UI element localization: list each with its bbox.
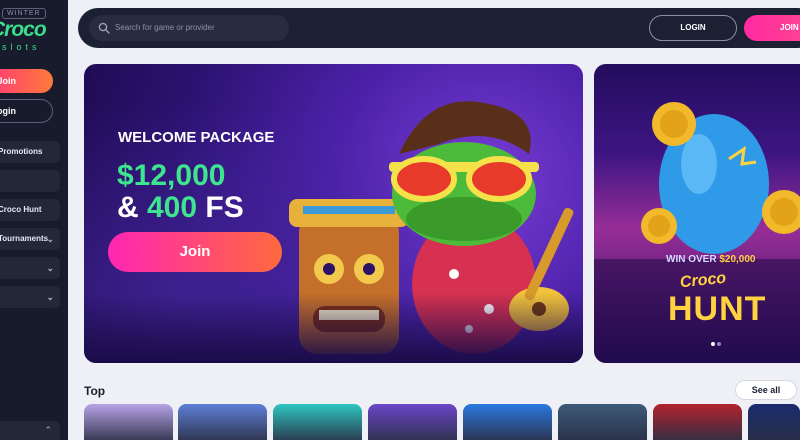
banner-join-button[interactable]: Join bbox=[108, 232, 282, 272]
game-tile[interactable] bbox=[84, 404, 173, 440]
croco-hunt-logo-bottom: HUNT bbox=[668, 290, 767, 328]
sidebar-item-2[interactable] bbox=[0, 170, 60, 192]
search-input[interactable]: Search for game or provider bbox=[89, 15, 289, 41]
sidebar-item-label: Tournaments bbox=[0, 234, 49, 243]
banner-fs-label: FS bbox=[197, 191, 244, 224]
site-logo[interactable]: WINTER Croco slots bbox=[0, 6, 62, 54]
banner-freespins: & 400 FS bbox=[117, 192, 244, 224]
banner-kicker: WELCOME PACKAGE bbox=[118, 129, 275, 146]
logo-wordmark: Croco bbox=[0, 18, 47, 41]
header-login-button[interactable]: LOGIN bbox=[649, 15, 737, 41]
top-bar: Search for game or provider LOGIN JOIN bbox=[78, 8, 800, 48]
see-all-button[interactable]: See all bbox=[735, 380, 797, 400]
sidebar-item-label: Croco Hunt bbox=[0, 205, 42, 214]
croco-hunt-banner[interactable]: WIN OVER $20,000 Croco HUNT bbox=[594, 64, 800, 363]
chevron-down-icon: ⌄ bbox=[46, 234, 54, 244]
promo2-win-amount: $20,000 bbox=[719, 254, 756, 265]
carousel-dot[interactable] bbox=[717, 342, 721, 346]
header-join-button[interactable]: JOIN bbox=[744, 15, 800, 41]
top-section-title: Top bbox=[84, 384, 106, 398]
sidebar-join-button[interactable]: Join bbox=[0, 69, 53, 93]
chevron-up-icon: ⌃ bbox=[44, 425, 52, 435]
sidebar-item-6[interactable]: ⌄ bbox=[0, 286, 60, 308]
search-placeholder: Search for game or provider bbox=[115, 23, 215, 32]
banner-amp: & bbox=[117, 191, 147, 224]
search-icon bbox=[98, 22, 110, 34]
game-tile[interactable] bbox=[368, 404, 457, 440]
sidebar-item-tournaments[interactable]: Tournaments ⌄ bbox=[0, 228, 60, 250]
sidebar-item-promotions[interactable]: Promotions bbox=[0, 141, 60, 163]
sidebar: WINTER Croco slots Join Login Promotions… bbox=[0, 0, 68, 440]
sidebar-login-button[interactable]: Login bbox=[0, 99, 53, 123]
banner-amount: $12,000 bbox=[117, 159, 226, 192]
game-tile[interactable] bbox=[273, 404, 362, 440]
chevron-down-icon: ⌄ bbox=[46, 292, 54, 302]
sidebar-item-croco-hunt[interactable]: Croco Hunt bbox=[0, 199, 60, 221]
sidebar-bottom-toggle[interactable]: ⌃ bbox=[0, 421, 60, 440]
game-tile[interactable] bbox=[748, 404, 800, 440]
promo2-win-text: WIN OVER $20,000 bbox=[666, 254, 756, 265]
banner-fs-number: 400 bbox=[147, 191, 198, 224]
promo2-win-prefix: WIN OVER bbox=[666, 254, 720, 265]
banner-ground-shade bbox=[84, 293, 583, 363]
carousel-dot-active[interactable] bbox=[711, 342, 715, 346]
game-tile[interactable] bbox=[558, 404, 647, 440]
welcome-package-banner[interactable]: WELCOME PACKAGE $12,000 & 400 FS Join bbox=[84, 64, 583, 363]
logo-subtitle: slots bbox=[2, 42, 41, 52]
game-tile[interactable] bbox=[653, 404, 742, 440]
sidebar-item-5[interactable]: ⌄ bbox=[0, 257, 60, 279]
sidebar-item-label: Promotions bbox=[0, 147, 43, 156]
chevron-down-icon: ⌄ bbox=[46, 263, 54, 273]
game-tile[interactable] bbox=[463, 404, 552, 440]
game-tile[interactable] bbox=[178, 404, 267, 440]
banner-headline: $12,000 & 400 FS bbox=[117, 160, 244, 224]
